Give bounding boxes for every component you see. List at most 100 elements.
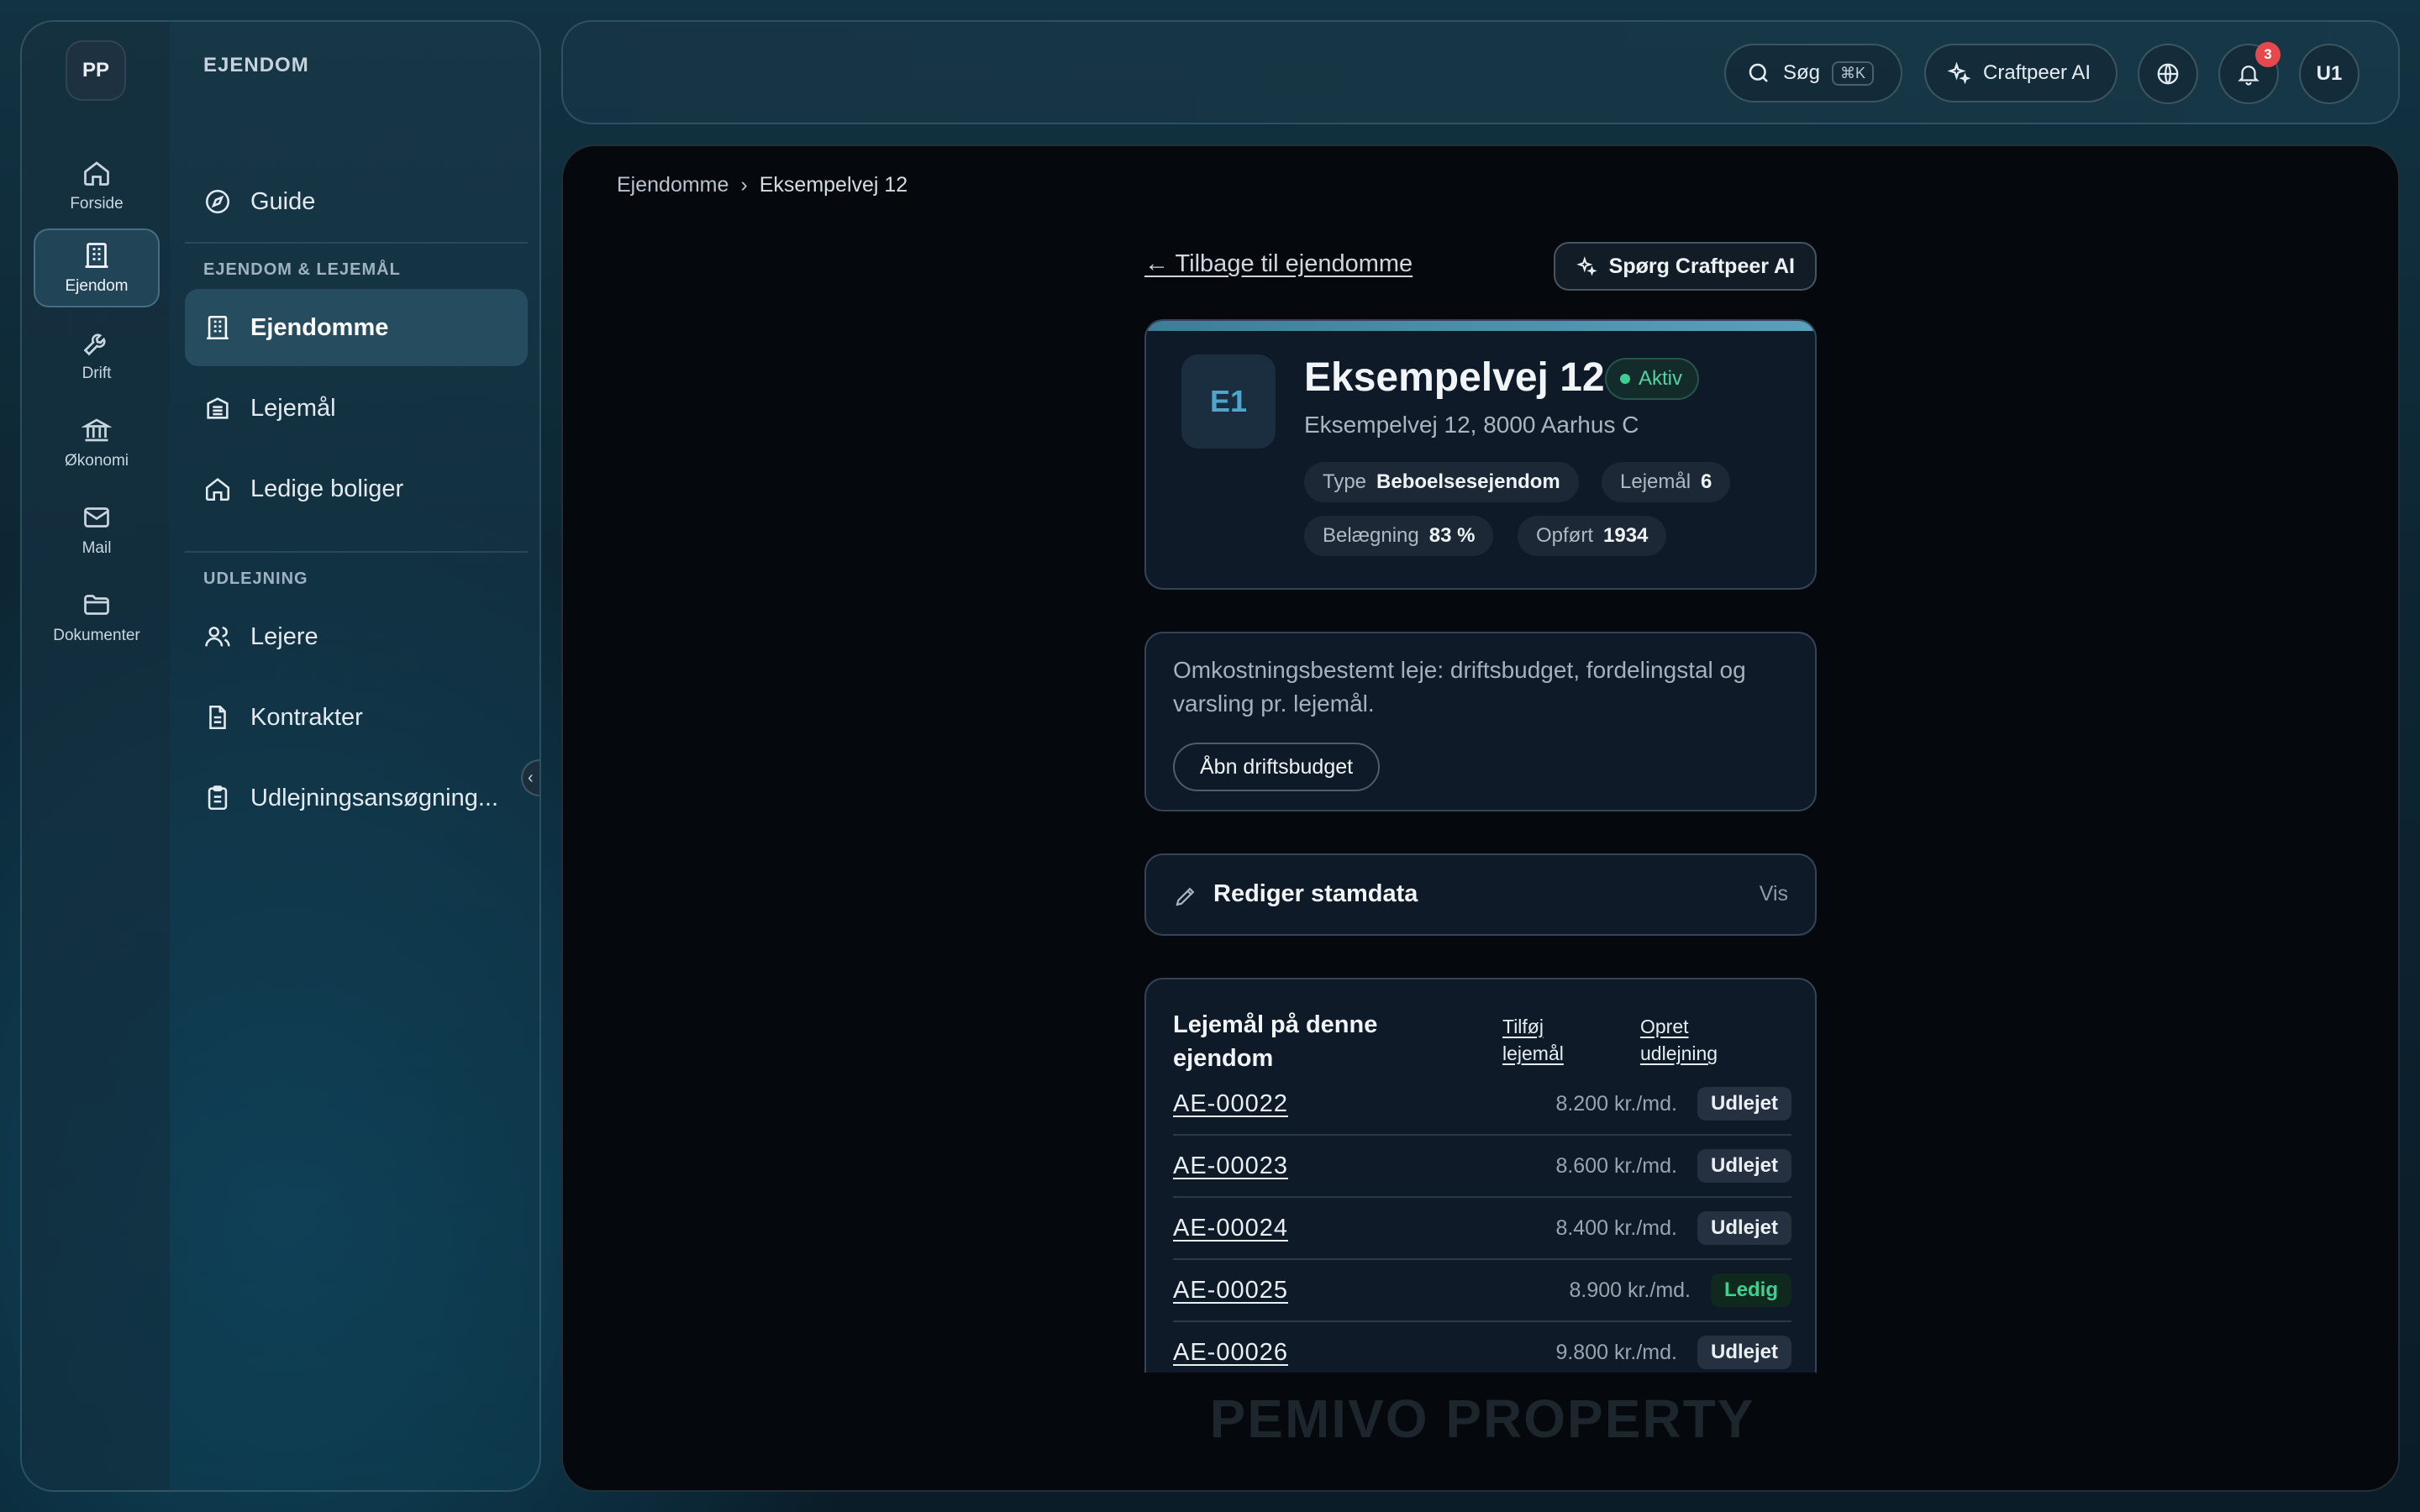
breadcrumb-current: Eksempelvej 12 [759,173,908,197]
cost-rent-info-card: Omkostningsbestemt leje: driftsbudget, f… [1144,632,1817,811]
search-icon [1749,63,1768,82]
bank-icon [82,418,112,442]
stat-value: 83 % [1428,524,1476,547]
property-code-avatar: E1 [1181,354,1276,449]
craftpeer-ai-button[interactable]: Craftpeer AI [1924,44,2118,102]
wrench-icon [83,333,106,356]
nav-item-label: Udlejningsansøgning... [250,784,499,811]
home-icon [205,478,230,501]
home-icon [84,161,109,186]
building-icon [207,315,229,340]
notification-count-badge: 3 [2255,42,2281,67]
nav-item-lejemaal[interactable]: Lejemål [185,370,528,447]
sparkles-icon [1947,61,1971,85]
leases-title: Lejemål på denne ejendom [1173,1011,1378,1072]
property-address: Eksempelvej 12, 8000 Aarhus C [1304,412,1639,438]
nav-item-label: Guide [250,187,316,215]
lease-status-badge: Udlejet [1697,1087,1791,1121]
edit-master-data-toggle[interactable]: Vis [1760,882,1788,906]
status-label: Aktiv [1639,367,1683,390]
nav-item-ledige-boliger[interactable]: Ledige boliger [185,450,528,528]
back-to-properties-link[interactable]: ← Tilbage til ejendomme [1144,250,1413,278]
ask-ai-label: Spørg Craftpeer AI [1608,254,1795,278]
nav-item-lejere[interactable]: Lejere [185,598,528,675]
card-accent-bar [1146,321,1815,331]
lease-rent: 8.900 kr./md. [1569,1278,1691,1302]
notifications-button[interactable]: 3 [2218,42,2281,104]
nav-item-guide[interactable]: Guide [185,163,528,240]
nav-item-kontrakter[interactable]: Kontrakter [185,679,528,756]
language-button[interactable] [2138,44,2198,104]
edit-master-data-card[interactable]: Rediger stamdata Vis [1144,853,1817,936]
users-icon [205,627,230,647]
compass-icon [205,189,230,214]
nav-item-udlejningsansogning[interactable]: Udlejningsansøgning... [185,759,528,837]
search-label: Søg [1783,61,1821,84]
lease-id-link[interactable]: AE-00025 [1173,1277,1288,1305]
document-icon [209,705,226,730]
nav-panel-title: EJENDOM [203,54,309,76]
main-content: Ejendomme › Eksempelvej 12 ← Tilbage til… [561,144,2400,1492]
sidebar: PP Forside Ejendom Drift Økonomi Mail Do… [20,20,541,1492]
bell-icon [2238,66,2260,86]
search-shortcut: ⌘K [1832,60,1875,86]
apartment-icon [207,397,229,419]
rail-item-forside[interactable]: Forside [34,146,160,225]
lease-id-link[interactable]: AE-00026 [1173,1339,1288,1367]
search-button[interactable]: Søg ⌘K [1724,44,1902,102]
user-avatar-button[interactable]: U1 [2299,44,2360,104]
folder-icon [84,595,109,615]
stat-label: Type [1323,470,1367,493]
lease-status-badge: Udlejet [1697,1149,1791,1183]
rail-label: Mail [82,539,112,557]
nav-item-ejendomme[interactable]: Ejendomme [185,289,528,366]
stat-occupancy: Belægning 83 % [1304,516,1494,556]
stat-label: Belægning [1323,524,1419,547]
rail-label: Forside [70,195,124,213]
lease-id-link[interactable]: AE-00023 [1173,1152,1288,1180]
nav-divider [185,551,528,553]
rail-item-ejendom[interactable]: Ejendom [34,228,160,307]
rail-label: Dokumenter [53,627,140,644]
rail-item-mail[interactable]: Mail [34,491,160,570]
mail-icon [84,507,109,528]
chevron-left-icon: ‹ [528,768,534,787]
nav-divider [185,242,528,244]
open-budget-button[interactable]: Åbn driftsbudget [1173,743,1381,791]
lease-status-badge: Udlejet [1697,1336,1791,1369]
breadcrumb-root[interactable]: Ejendomme [617,173,729,197]
rail-item-okonomi[interactable]: Økonomi [34,403,160,482]
lease-id-link[interactable]: AE-00024 [1173,1215,1288,1242]
workspace-avatar[interactable]: PP [66,40,126,101]
stat-value: 6 [1701,470,1712,493]
lease-row: AE-00024 8.400 kr./md. Udlejet [1173,1198,1791,1260]
lease-status-badge: Udlejet [1697,1211,1791,1245]
rail-label: Ejendom [65,277,129,295]
lease-rent: 9.800 kr./md. [1555,1340,1677,1364]
clipboard-icon [208,785,228,811]
rail-item-drift[interactable]: Drift [34,316,160,395]
stat-value: 1934 [1603,524,1649,547]
lease-status-badge: Ledig [1711,1273,1791,1307]
rail-label: Drift [82,365,112,382]
lease-id-link[interactable]: AE-00022 [1173,1090,1288,1118]
add-lease-link[interactable]: Tilføj lejemål [1502,1013,1595,1067]
stat-units: Lejemål 6 [1602,462,1731,502]
lease-rent: 8.400 kr./md. [1555,1215,1677,1240]
stat-value: Beboelsesejendom [1376,470,1560,493]
nav-section-title: UDLEJNING [203,570,308,588]
craftpeer-ai-label: Craftpeer AI [1983,61,2091,84]
chevron-right-icon: › [740,173,748,197]
rail-item-dokumenter[interactable]: Dokumenter [34,578,160,657]
lease-row: AE-00023 8.600 kr./md. Udlejet [1173,1136,1791,1198]
ask-craftpeer-ai-button[interactable]: Spørg Craftpeer AI [1553,242,1817,291]
brand-wordmark: PEMIVO PROPERTY [1209,1389,1755,1449]
edit-master-data-title: Rediger stamdata [1213,880,1418,907]
nav-item-label: Kontrakter [250,703,363,731]
nav-panel: EJENDOM Guide EJENDOM & LEJEMÅL Ejendomm… [170,22,539,1490]
create-rental-link[interactable]: Opret udlejning [1640,1013,1758,1067]
nav-item-label: Lejere [250,622,318,650]
info-text: Omkostningsbestemt leje: driftsbudget, f… [1173,657,1746,717]
building-icon [85,243,108,268]
nav-item-label: Ejendomme [250,313,389,341]
